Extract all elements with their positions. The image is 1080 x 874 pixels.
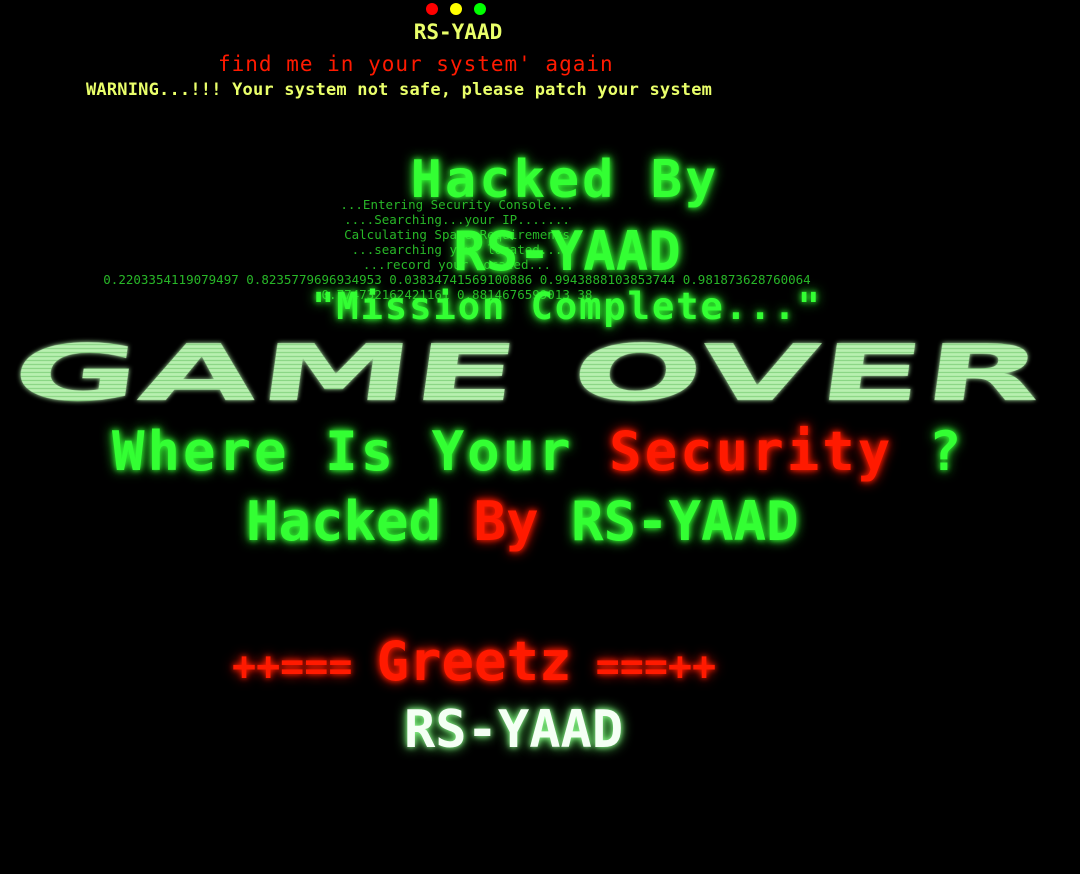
find-me-text: find me in your system' again xyxy=(218,52,614,76)
by-word: By xyxy=(473,490,539,553)
greetz-word: Greetz xyxy=(376,630,572,693)
defaced-page: RS-YAAD find me in your system' again WA… xyxy=(0,0,1080,874)
where-prefix: Where Is Your xyxy=(112,420,610,483)
header-title: RS-YAAD xyxy=(413,20,503,44)
green-dot-icon xyxy=(474,3,486,15)
hacked-name: RS-YAAD xyxy=(538,490,799,553)
greetz-right-deco: ===++ xyxy=(571,644,717,690)
hacked-word: Hacked xyxy=(246,490,474,553)
hacker-name-heading: RS-YAAD xyxy=(453,220,681,283)
greetz-line: ++=== Greetz ===++ xyxy=(232,630,932,693)
greetz-name: RS-YAAD xyxy=(404,700,624,760)
red-dot-icon xyxy=(426,3,438,15)
hacked-by-line: Hacked By RS-YAAD xyxy=(246,490,946,553)
window-dots xyxy=(426,3,486,15)
game-over-text: GAME OVER xyxy=(8,330,1048,412)
warning-text: WARNING...!!! Your system not safe, plea… xyxy=(86,80,713,100)
security-word: Security xyxy=(609,420,894,483)
game-over-banner: GAME OVER xyxy=(8,330,1048,412)
console-line: ...Entering Security Console... xyxy=(340,197,574,212)
yellow-dot-icon xyxy=(450,3,462,15)
where-security-line: Where Is Your Security ? xyxy=(112,420,1072,483)
mission-complete-text: "Mission Complete..." xyxy=(312,285,822,328)
where-suffix: ? xyxy=(893,420,965,483)
greetz-left-deco: ++=== xyxy=(232,644,377,690)
